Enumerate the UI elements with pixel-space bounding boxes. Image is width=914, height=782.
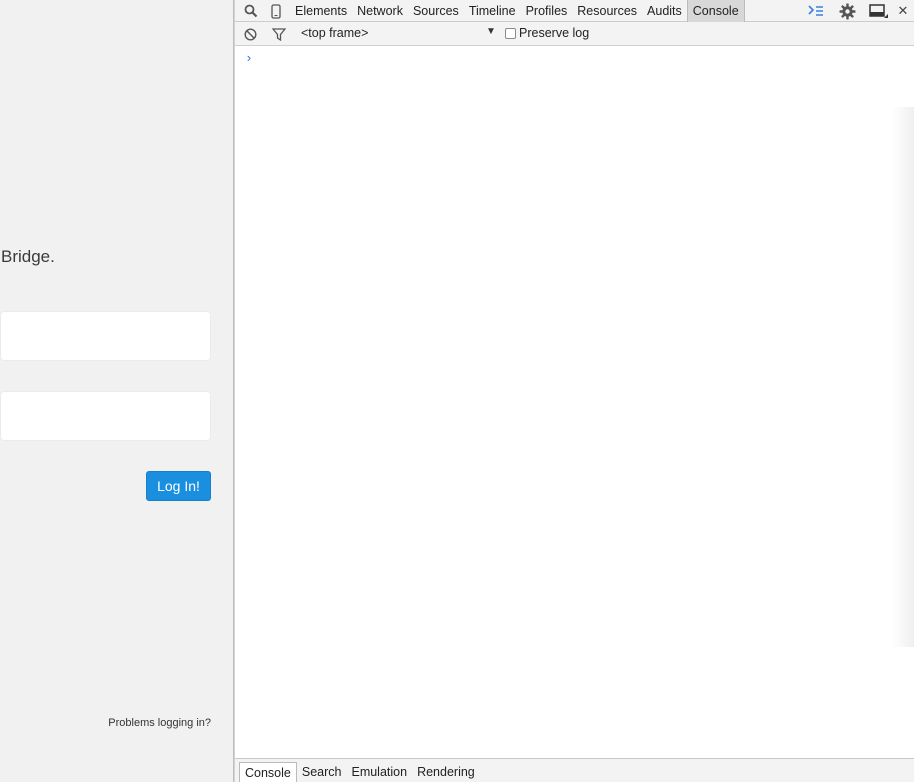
clear-console-icon[interactable] — [242, 23, 258, 45]
tagline: Bridge. — [1, 247, 55, 266]
search-icon[interactable] — [242, 0, 260, 22]
console-prompt[interactable]: › — [245, 51, 253, 66]
console-edge-shadow — [892, 107, 914, 647]
devtools-tabbar: Elements Network Sources Timeline Profil… — [235, 0, 914, 22]
dock-side-icon[interactable] — [867, 0, 891, 22]
username-input[interactable] — [1, 312, 210, 360]
tab-elements[interactable]: Elements — [290, 0, 352, 22]
gear-icon[interactable] — [837, 0, 857, 22]
drawer-tab-console[interactable]: Console — [239, 762, 297, 782]
preserve-log-toggle[interactable]: Preserve log — [505, 26, 589, 40]
drawer-tab-emulation[interactable]: Emulation — [346, 762, 412, 782]
preserve-log-label: Preserve log — [519, 26, 590, 40]
devtools-tabs: Elements Network Sources Timeline Profil… — [290, 0, 745, 22]
password-input[interactable] — [1, 392, 210, 440]
device-mode-icon[interactable] — [268, 0, 284, 22]
drawer-tab-rendering[interactable]: Rendering — [412, 762, 480, 782]
preserve-log-checkbox[interactable] — [505, 27, 516, 39]
close-icon[interactable]: ✕ — [896, 0, 910, 22]
frame-selector[interactable]: <top frame> — [301, 26, 368, 40]
tab-profiles[interactable]: Profiles — [521, 0, 573, 22]
drawer-tabbar: Console Search Emulation Rendering — [235, 758, 914, 782]
tab-resources[interactable]: Resources — [572, 0, 642, 22]
tab-sources[interactable]: Sources — [408, 0, 464, 22]
username-field[interactable] — [0, 311, 211, 361]
password-field[interactable] — [0, 391, 211, 441]
console-toolbar: <top frame> ▼ Preserve log — [235, 22, 914, 46]
console-output[interactable]: › — [235, 47, 914, 758]
tab-network[interactable]: Network — [352, 0, 408, 22]
tab-audits[interactable]: Audits — [642, 0, 687, 22]
problems-logging-in-link[interactable]: Problems logging in? — [108, 717, 211, 729]
show-drawer-icon[interactable] — [807, 0, 825, 22]
filter-icon[interactable] — [271, 23, 287, 45]
drawer-tab-search[interactable]: Search — [297, 762, 347, 782]
web-page: Bridge. Log In! Problems logging in? — [0, 0, 233, 782]
drawer-tabs: Console Search Emulation Rendering — [239, 762, 480, 782]
tab-console[interactable]: Console — [686, 0, 745, 22]
chevron-down-icon[interactable]: ▼ — [486, 26, 496, 37]
devtools-panel: Elements Network Sources Timeline Profil… — [235, 0, 914, 782]
tab-timeline[interactable]: Timeline — [464, 0, 521, 22]
login-button[interactable]: Log In! — [146, 471, 211, 501]
